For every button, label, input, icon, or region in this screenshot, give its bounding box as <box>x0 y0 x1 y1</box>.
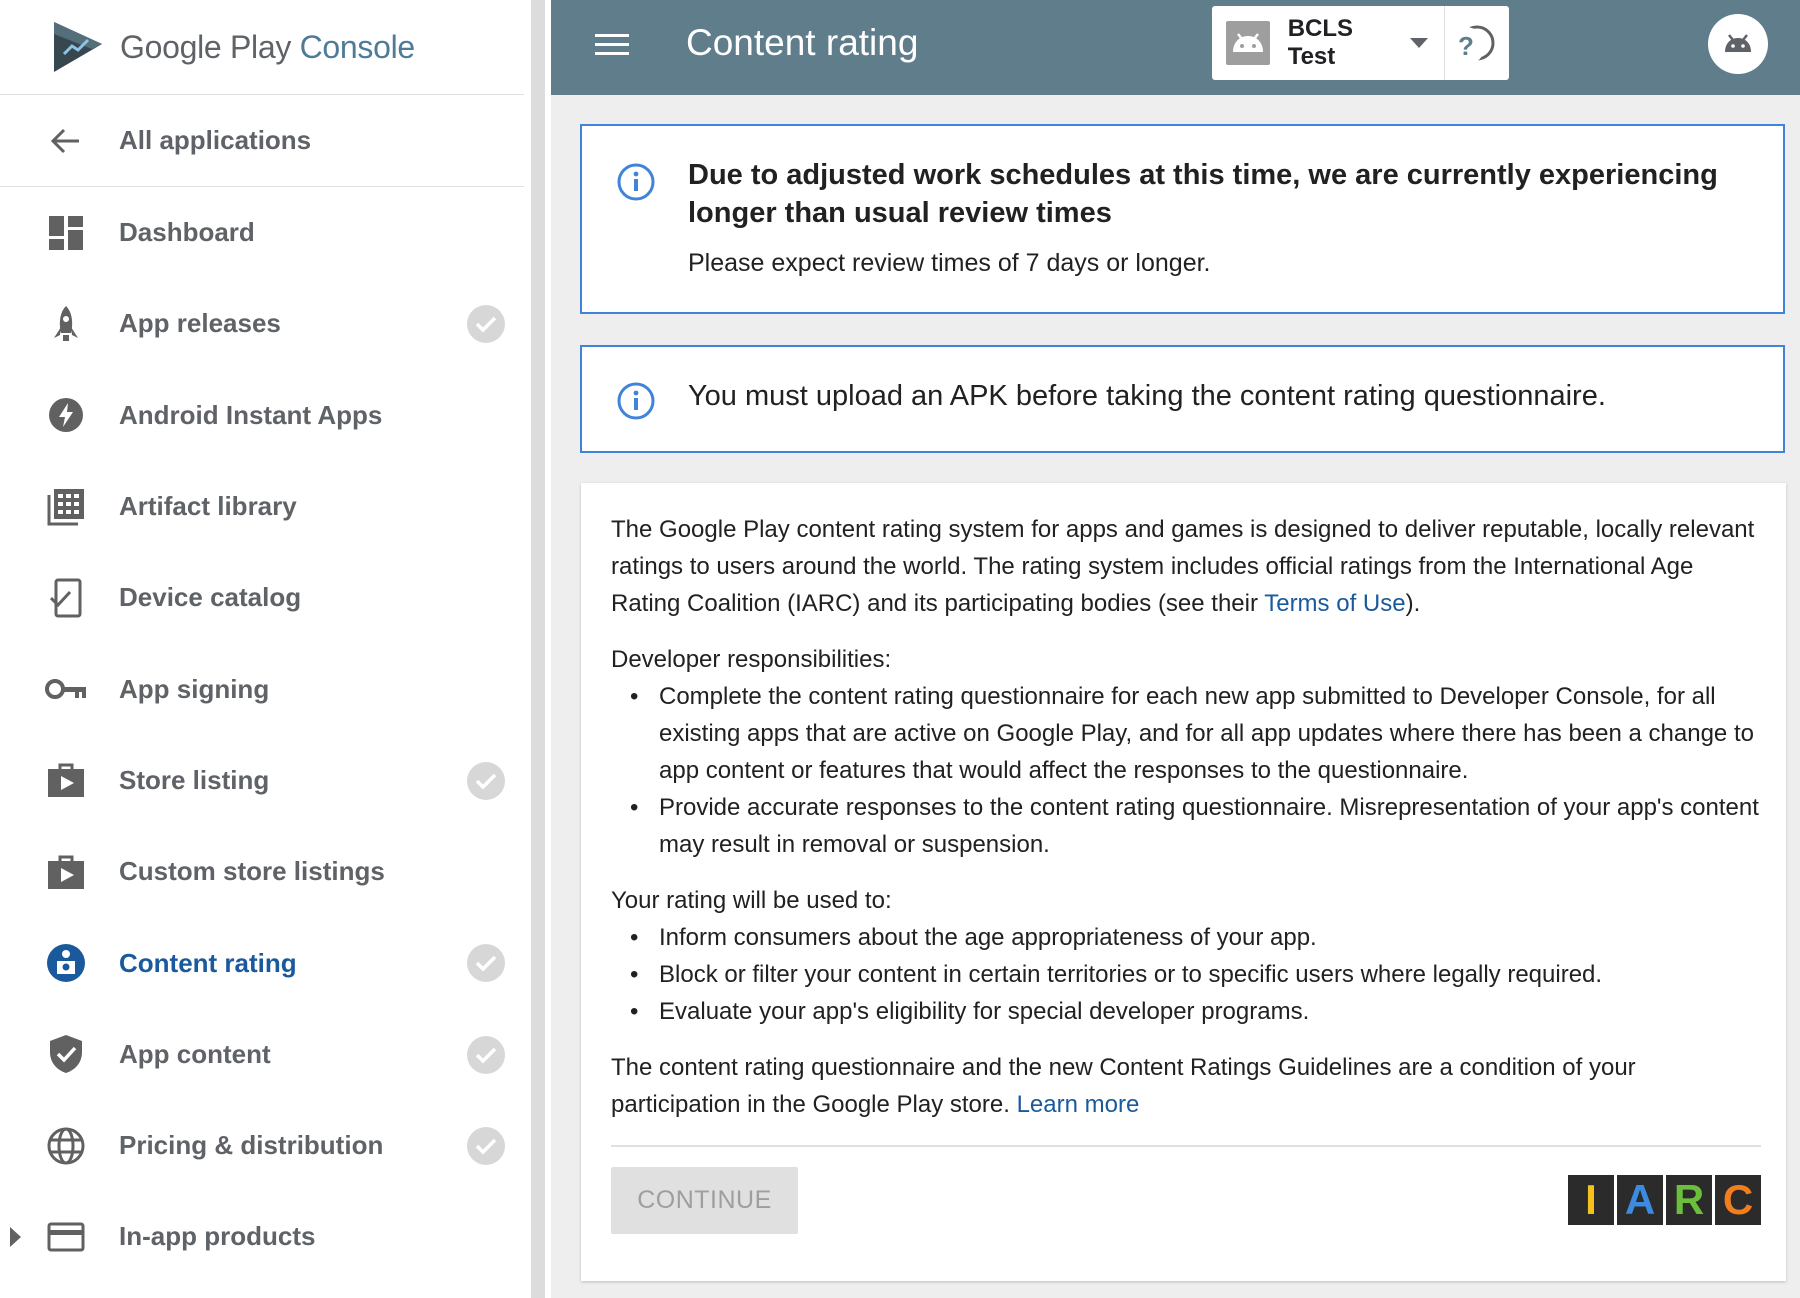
rating-usage-list: Inform consumers about the age appropria… <box>630 919 1761 1030</box>
rocket-icon <box>32 305 100 343</box>
sidebar-item-app-signing[interactable]: App signing <box>0 643 524 734</box>
check-circle-icon <box>467 305 505 344</box>
sidebar-item-artifact-library[interactable]: Artifact library <box>0 461 524 552</box>
sidebar-item-content-rating[interactable]: Content rating <box>0 917 524 1008</box>
sidebar-item-label: Artifact library <box>119 491 297 522</box>
page-title: Content rating <box>686 22 919 63</box>
sidebar-item-store-listing[interactable]: Store listing <box>0 735 524 826</box>
all-applications-link[interactable]: All applications <box>0 95 524 187</box>
sidebar-item-custom-store-listings[interactable]: Custom store listings <box>0 826 524 917</box>
iarc-letter: R <box>1666 1175 1712 1225</box>
intro-paragraph: The Google Play content rating system fo… <box>611 511 1761 622</box>
learn-more-link[interactable]: Learn more <box>1017 1091 1140 1118</box>
android-app-icon <box>1226 21 1270 65</box>
content-rating-icon <box>32 943 100 983</box>
sidebar-item-label: Pricing & distribution <box>119 1130 384 1161</box>
sidebar-item-app-releases[interactable]: App releases <box>0 278 524 369</box>
all-applications-label: All applications <box>119 125 312 155</box>
list-item: Complete the content rating questionnair… <box>630 678 1761 789</box>
list-item: Block or filter your content in certain … <box>630 956 1761 993</box>
expand-caret-icon[interactable] <box>10 1227 21 1248</box>
sidebar-item-label: Store listing <box>119 764 270 795</box>
continue-button[interactable]: CONTINUE <box>611 1167 798 1234</box>
notice-message: You must upload an APK before taking the… <box>688 380 1606 412</box>
bell-icon[interactable] <box>1781 22 1800 70</box>
intro-text: The Google Play content rating system fo… <box>611 516 1755 617</box>
iarc-letter: A <box>1617 1175 1663 1225</box>
globe-icon <box>32 1126 100 1166</box>
chevron-down-icon <box>1410 38 1429 48</box>
check-circle-icon <box>467 761 505 800</box>
intro-text-end: ). <box>1405 590 1421 617</box>
list-item: Inform consumers about the age appropria… <box>630 919 1761 956</box>
check-circle-icon <box>467 1126 505 1165</box>
check-circle-icon <box>467 944 505 983</box>
sidebar-item-in-app-products[interactable]: In-app products <box>0 1191 524 1282</box>
sidebar-item-app-content[interactable]: App content <box>0 1009 524 1100</box>
menu-icon[interactable] <box>595 28 635 68</box>
brand-console: Console <box>299 28 416 65</box>
sidebar-item-label: Device catalog <box>119 582 302 613</box>
nav-list: Dashboard App releases Android Instant A… <box>0 187 524 1283</box>
store-bag-icon <box>32 853 100 891</box>
info-icon <box>616 162 656 207</box>
brand-name: Google Play Console <box>120 29 415 66</box>
store-bag-icon <box>32 761 100 799</box>
sidebar-item-android-instant-apps[interactable]: Android Instant Apps <box>0 370 524 461</box>
android-avatar-icon[interactable] <box>1708 14 1768 74</box>
sidebar-item-dashboard[interactable]: Dashboard <box>0 187 524 278</box>
notice-subtitle: Please expect review times of 7 days or … <box>688 249 1211 277</box>
sidebar-item-pricing-distribution[interactable]: Pricing & distribution <box>0 1100 524 1191</box>
notifications-bell-icon[interactable] <box>1360 22 1408 70</box>
footer-paragraph: The content rating questionnaire and the… <box>611 1049 1761 1123</box>
terms-of-use-link[interactable]: Terms of Use <box>1264 590 1405 617</box>
key-icon <box>32 677 100 701</box>
sidebar: Google Play Console All applications Das… <box>0 0 524 1298</box>
sidebar-item-label: Dashboard <box>119 217 255 248</box>
library-icon <box>32 488 100 526</box>
sidebar-item-label: App content <box>119 1038 271 1069</box>
notice-title: Due to adjusted work schedules at this t… <box>688 159 1718 229</box>
sidebar-item-label: App releases <box>119 308 281 339</box>
brand-header[interactable]: Google Play Console <box>0 0 524 95</box>
play-console-logo <box>54 22 102 72</box>
info-icon <box>616 381 656 426</box>
credit-card-icon <box>32 1222 100 1252</box>
brand-google-play: Google Play <box>120 28 292 65</box>
help-icon[interactable]: ? <box>1442 22 1490 70</box>
sidebar-item-label: Content rating <box>119 947 297 978</box>
sidebar-resize-handle[interactable] <box>524 0 551 1298</box>
shield-check-icon <box>32 1034 100 1074</box>
sidebar-item-label: In-app products <box>119 1221 316 1252</box>
divider <box>611 1145 1761 1147</box>
dashboard-icon <box>32 215 100 251</box>
list-item: Evaluate your app's eligibility for spec… <box>630 993 1761 1030</box>
iarc-letter: C <box>1715 1175 1761 1225</box>
sidebar-item-device-catalog[interactable]: Device catalog <box>0 552 524 643</box>
device-check-icon <box>32 578 100 618</box>
developer-responsibilities-heading: Developer responsibilities: <box>611 646 892 673</box>
check-circle-icon <box>467 1035 505 1074</box>
iarc-letter: I <box>1568 1175 1614 1225</box>
developer-responsibilities-list: Complete the content rating questionnair… <box>630 678 1761 863</box>
apk-required-notice: You must upload an APK before taking the… <box>580 345 1785 453</box>
rating-usage-heading: Your rating will be used to: <box>611 887 892 914</box>
bolt-icon <box>32 397 100 433</box>
sidebar-item-label: Android Instant Apps <box>119 399 383 430</box>
list-item: Provide accurate responses to the conten… <box>630 789 1761 863</box>
sidebar-item-label: App signing <box>119 673 270 704</box>
iarc-logo: I A R C <box>1568 1175 1761 1225</box>
top-app-bar: Content rating BCLS Test ? <box>551 0 1800 95</box>
sidebar-item-label: Custom store listings <box>119 856 385 887</box>
svg-text:?: ? <box>1458 31 1474 61</box>
review-times-notice: Due to adjusted work schedules at this t… <box>580 124 1785 314</box>
arrow-back-icon <box>32 126 100 156</box>
content-rating-card: The Google Play content rating system fo… <box>581 483 1786 1281</box>
